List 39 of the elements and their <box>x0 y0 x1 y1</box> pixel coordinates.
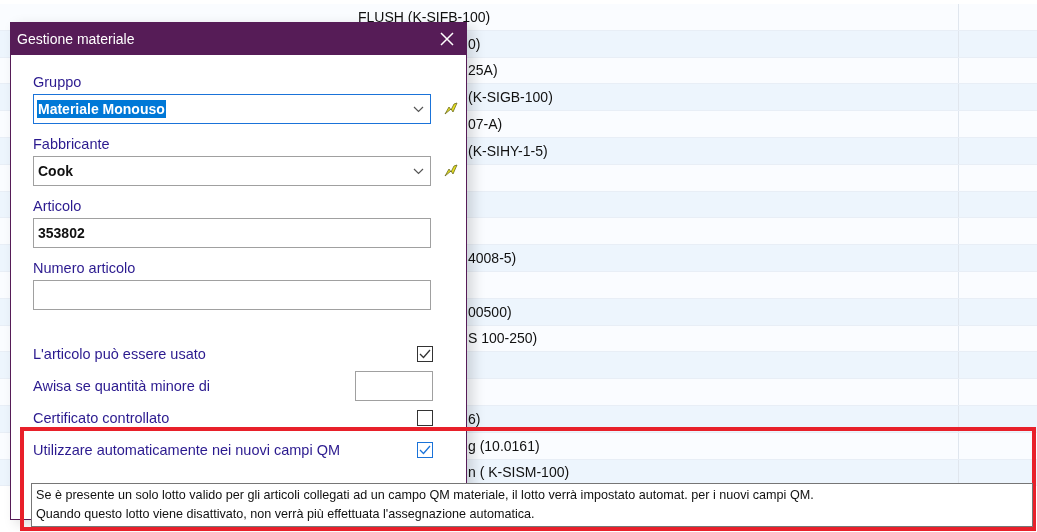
field-value: Materiale Monouso <box>37 100 166 118</box>
input-field[interactable]: 353802 <box>33 218 431 248</box>
lightning-icon[interactable] <box>443 163 459 179</box>
table-cell: n ( K-SISM-100) <box>468 464 570 481</box>
table-cell: 0) <box>468 35 481 52</box>
option-label: Utilizzare automaticamente nei nuovi campi QM <box>33 441 341 459</box>
checkbox[interactable] <box>417 442 433 458</box>
checkbox[interactable] <box>417 410 433 426</box>
field-value: Cook <box>37 162 74 180</box>
lightning-icon[interactable] <box>443 101 459 117</box>
input-field[interactable] <box>33 280 431 310</box>
checkbox[interactable] <box>417 346 433 362</box>
tooltip-text: Quando questo lotto viene disattivato, non verrà più effettuata l'assegnazione automatica. <box>36 506 536 523</box>
table-cell: FLUSH (K-SIFB-100) <box>358 8 491 25</box>
field-label: Articolo <box>33 197 83 215</box>
close-icon[interactable] <box>440 32 454 46</box>
window-title: Gestione materiale <box>17 31 135 47</box>
number-field[interactable] <box>355 371 433 401</box>
option-label: L'articolo può essere usato <box>33 345 206 363</box>
table-cell: 4008-5) <box>468 250 517 267</box>
table-cell: (K-SIHY-1-5) <box>468 142 548 159</box>
field-value: 353802 <box>37 224 86 242</box>
option-label: Certificato controllato <box>33 409 170 427</box>
table-cell: (K-SIGB-100) <box>468 89 553 106</box>
table-cell: 07-A) <box>468 116 503 133</box>
field-label: Gruppo <box>33 73 83 91</box>
table-cell: 25A) <box>468 62 498 79</box>
tooltip-text: Se è presente un solo lotto valido per gli articoli collegati ad un campo QM materiale, il lotto verrà impostato automat. per i nuovi campi QM. <box>36 487 815 504</box>
field-label: Fabbricante <box>33 135 111 153</box>
dropdown-field[interactable]: Cook <box>33 156 431 186</box>
table-cell: S 100-250) <box>468 330 538 347</box>
table-cell: 00500) <box>468 303 512 320</box>
chevron-icon <box>413 105 424 113</box>
option-label: Awisa se quantità minore di <box>33 377 211 395</box>
chevron-icon <box>413 167 424 175</box>
dropdown-field[interactable]: Materiale Monouso <box>33 94 431 124</box>
table-cell: 6) <box>468 410 481 427</box>
table-cell: g (10.0161) <box>468 437 540 454</box>
field-label: Numero articolo <box>33 259 137 277</box>
